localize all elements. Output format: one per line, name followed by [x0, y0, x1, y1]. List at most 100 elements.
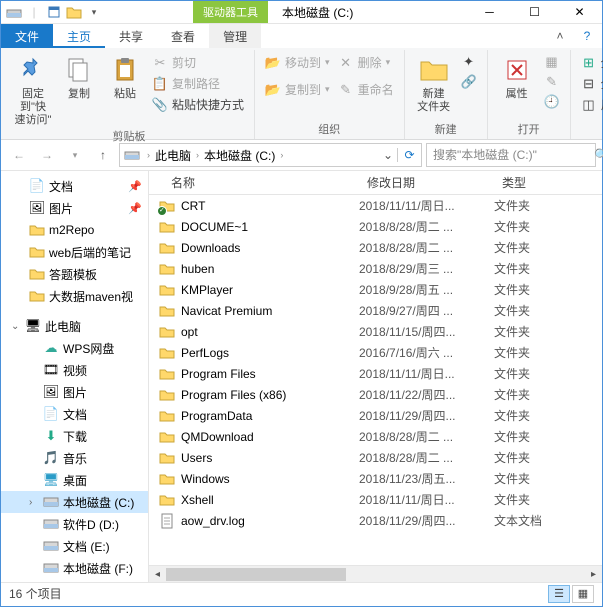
new-item-icon[interactable]: ✦ [461, 54, 477, 70]
tree-node-pictures[interactable]: 🖼图片📌 [1, 197, 148, 219]
file-row[interactable]: Navicat Premium2018/9/27/周四 ...文件夹 [149, 300, 602, 321]
chevron-right-icon[interactable]: › [193, 150, 202, 160]
file-row[interactable]: huben2018/8/29/周三 ...文件夹 [149, 258, 602, 279]
nav-forward-button[interactable]: → [35, 143, 59, 167]
edit-icon[interactable]: ✎ [544, 74, 560, 90]
expand-icon[interactable]: › [29, 497, 39, 508]
tree-node-m2repo[interactable]: m2Repo [1, 219, 148, 241]
close-button[interactable]: ✕ [557, 1, 602, 23]
file-row[interactable]: CRT2018/11/11/周日...文件夹 [149, 195, 602, 216]
copy-icon [63, 54, 95, 86]
tree-node-pictures-2[interactable]: 🖼图片 [1, 381, 148, 403]
scroll-right-icon[interactable]: ▸ [585, 566, 602, 582]
tree-node-documents[interactable]: 📄文档📌 [1, 175, 148, 197]
tree-node-drive-d[interactable]: 软件D (D:) [1, 513, 148, 535]
file-row[interactable]: Program Files2018/11/11/周日...文件夹 [149, 363, 602, 384]
file-row[interactable]: KMPlayer2018/9/28/周五 ...文件夹 [149, 279, 602, 300]
tab-view[interactable]: 查看 [157, 24, 209, 48]
tab-home[interactable]: 主页 [53, 24, 105, 48]
properties-label: 属性 [506, 88, 528, 101]
file-type: 文件夹 [494, 491, 564, 508]
file-row[interactable]: Program Files (x86)2018/11/22/周四...文件夹 [149, 384, 602, 405]
ribbon-tabs: 文件 主页 共享 查看 管理 ˄ ? [1, 24, 602, 48]
nav-up-button[interactable]: ↑ [91, 143, 115, 167]
new-folder-button[interactable]: 新建 文件夹 [411, 52, 457, 114]
address-dropdown-icon[interactable]: ⌄ [379, 148, 397, 162]
invert-selection-button[interactable]: ◫反向选择 [581, 96, 603, 113]
tree-node-drive-c[interactable]: ›本地磁盘 (C:) [1, 491, 148, 513]
file-row[interactable]: Xshell2018/11/11/周日...文件夹 [149, 489, 602, 510]
copy-to-button[interactable]: 📂复制到 ▾ [265, 81, 330, 98]
paste-shortcut-button[interactable]: 📎粘贴快捷方式 [152, 96, 244, 113]
tree-node-this-pc[interactable]: ⌄🖥此电脑 [1, 315, 148, 337]
select-all-button[interactable]: ⊞全部选择 [581, 54, 603, 71]
file-row[interactable]: Downloads2018/8/28/周二 ...文件夹 [149, 237, 602, 258]
copy-path-button[interactable]: 📋复制路径 [152, 75, 244, 92]
tree-node-desktop[interactable]: 🖥桌面 [1, 469, 148, 491]
tab-file[interactable]: 文件 [1, 24, 53, 48]
tree-node-documents-2[interactable]: 📄文档 [1, 403, 148, 425]
file-row[interactable]: ProgramData2018/11/29/周四...文件夹 [149, 405, 602, 426]
minimize-button[interactable]: ─ [467, 1, 512, 23]
history-icon[interactable]: 🕘 [544, 94, 560, 110]
easy-access-icon[interactable]: 🔗 [461, 74, 477, 90]
copy-button[interactable]: 复制 [56, 52, 102, 101]
file-row[interactable]: Users2018/8/28/周二 ...文件夹 [149, 447, 602, 468]
tree-node-music[interactable]: 🎵音乐 [1, 447, 148, 469]
tree-node-drive-f[interactable]: 本地磁盘 (F:) [1, 557, 148, 578]
chevron-right-icon[interactable]: › [277, 150, 286, 160]
collapse-ribbon-icon[interactable]: ˄ [548, 24, 572, 48]
scroll-left-icon[interactable]: ◂ [149, 566, 166, 582]
tree-node-answer-template[interactable]: 答题模板 [1, 263, 148, 285]
delete-button[interactable]: ✕删除 ▾ [338, 54, 394, 71]
file-row[interactable]: PerfLogs2016/7/16/周六 ...文件夹 [149, 342, 602, 363]
tree-node-downloads[interactable]: ⬇下载 [1, 425, 148, 447]
qat-dropdown-icon[interactable]: ▾ [85, 3, 103, 21]
tree-node-bigdata[interactable]: 大数据maven视 [1, 285, 148, 307]
tab-share[interactable]: 共享 [105, 24, 157, 48]
paste-button[interactable]: 粘贴 [102, 52, 148, 101]
file-row[interactable]: opt2018/11/15/周四...文件夹 [149, 321, 602, 342]
pin-quick-access-button[interactable]: 固定到"快 速访问" [10, 52, 56, 127]
tab-manage[interactable]: 管理 [209, 24, 261, 48]
move-to-button[interactable]: 📂移动到 ▾ [265, 54, 330, 71]
file-row[interactable]: aow_drv.log2018/11/29/周四...文本文档 [149, 510, 602, 531]
help-icon[interactable]: ? [572, 24, 602, 48]
search-box[interactable]: 🔍 [426, 143, 596, 167]
column-name[interactable]: 名称 [149, 174, 359, 191]
file-date: 2018/11/23/周五... [359, 470, 494, 487]
select-none-button[interactable]: ⊟全部取消 [581, 75, 603, 92]
search-icon[interactable]: 🔍 [594, 148, 603, 162]
properties-button[interactable]: 属性 [494, 52, 540, 101]
open-icon[interactable]: ▦ [544, 54, 560, 70]
file-row[interactable]: QMDownload2018/8/28/周二 ...文件夹 [149, 426, 602, 447]
refresh-button[interactable]: ⟳ [397, 148, 421, 162]
view-thumbnails-button[interactable]: ▦ [572, 585, 594, 603]
qat-props-icon[interactable] [45, 3, 63, 21]
rename-button[interactable]: ✎重命名 [338, 81, 394, 98]
nav-back-button[interactable]: ← [7, 143, 31, 167]
file-row[interactable]: DOCUME~12018/8/28/周二 ...文件夹 [149, 216, 602, 237]
qat-folder-icon[interactable] [65, 3, 83, 21]
tree-node-drive-e[interactable]: 文档 (E:) [1, 535, 148, 557]
tree-node-video[interactable]: 🎞视频 [1, 359, 148, 381]
navigation-tree[interactable]: 📄文档📌 🖼图片📌 m2Repo web后端的笔记 答题模板 大数据maven视… [1, 171, 149, 582]
address-bar[interactable]: › 此电脑 › 本地磁盘 (C:) › ⌄ ⟳ [119, 143, 422, 167]
crumb-drive-c[interactable]: 本地磁盘 (C:) [202, 147, 277, 164]
tree-node-wps[interactable]: ☁WPS网盘 [1, 337, 148, 359]
crumb-this-pc[interactable]: 此电脑 [153, 147, 193, 164]
tree-node-web-notes[interactable]: web后端的笔记 [1, 241, 148, 263]
maximize-button[interactable]: ☐ [512, 1, 557, 23]
horizontal-scrollbar[interactable]: ◂ ▸ [149, 565, 602, 582]
nav-recent-dropdown[interactable]: ▾ [63, 143, 87, 167]
column-date[interactable]: 修改日期 [359, 174, 494, 191]
cut-button[interactable]: ✂剪切 [152, 54, 244, 71]
view-details-button[interactable]: ☰ [548, 585, 570, 603]
collapse-icon[interactable]: ⌄ [11, 321, 21, 332]
chevron-right-icon[interactable]: › [144, 150, 153, 160]
search-input[interactable] [427, 148, 594, 162]
column-type[interactable]: 类型 [494, 174, 564, 191]
context-tab-drive-tools[interactable]: 驱动器工具 [193, 1, 268, 23]
file-row[interactable]: Windows2018/11/23/周五...文件夹 [149, 468, 602, 489]
scroll-thumb[interactable] [166, 568, 346, 581]
